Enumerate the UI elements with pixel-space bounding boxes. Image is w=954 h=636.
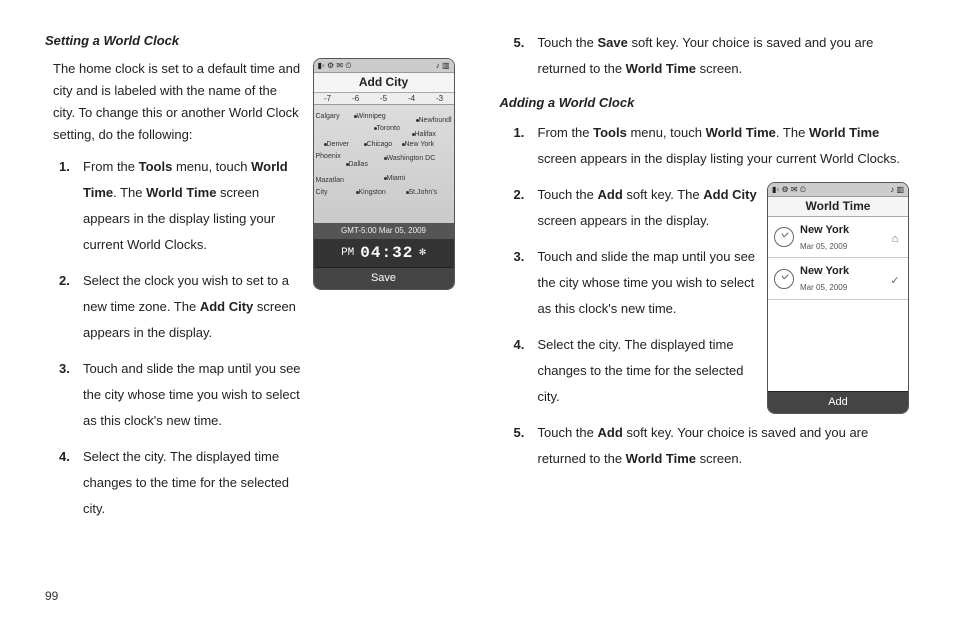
ampm-label: PM — [341, 244, 354, 263]
city-chicago[interactable]: Chicago — [364, 139, 393, 151]
city-newfoundl[interactable]: Newfoundl — [416, 115, 452, 127]
timezone-scale: -7-6-5-4-3 — [314, 93, 454, 105]
timezone-label: GMT-5:00 Mar 05, 2009 — [314, 223, 454, 239]
city-stjohns[interactable]: St.John's — [406, 187, 438, 199]
setting-steps: From the Tools menu, touch World Time. T… — [45, 154, 303, 522]
world-map[interactable]: -7-6-5-4-3 Calgary Winnipeg Toronto Newf… — [314, 93, 454, 223]
phone-add-city: ▮◦ ⚙ ✉ ⏲♪ ▥ Add City -7-6-5-4-3 Calgary … — [313, 58, 455, 290]
city-washington[interactable]: Washington DC — [384, 153, 436, 165]
city-kingston[interactable]: Kingston — [356, 187, 386, 199]
city-city[interactable]: City — [316, 187, 328, 199]
city-phoenix[interactable]: Phoenix — [316, 151, 341, 163]
time-digits: 04:32 — [360, 240, 413, 267]
setting-intro: The home clock is set to a default time … — [53, 58, 303, 146]
add-step-4: Select the city. The displayed time chan… — [500, 332, 910, 410]
city-newyork[interactable]: New York — [402, 139, 435, 151]
save-softkey[interactable]: Save — [314, 267, 454, 289]
page-number: 99 — [45, 586, 909, 606]
adding-steps: From the Tools menu, touch World Time. T… — [500, 120, 910, 172]
adding-heading: Adding a World Clock — [500, 92, 910, 114]
city-dallas[interactable]: Dallas — [346, 159, 368, 171]
step-5: Touch the Save soft key. Your choice is … — [500, 30, 910, 82]
right-column: Touch the Save soft key. Your choice is … — [500, 30, 910, 578]
time-display: PM 04:32 ✻ — [314, 239, 454, 267]
setting-heading: Setting a World Clock — [45, 30, 455, 52]
add-step-1: From the Tools menu, touch World Time. T… — [500, 120, 910, 172]
phone-title: Add City — [314, 73, 454, 93]
city-winnipeg[interactable]: Winnipeg — [354, 111, 386, 123]
left-column: Setting a World Clock ▮◦ ⚙ ✉ ⏲♪ ▥ Add Ci… — [45, 30, 455, 578]
city-miami[interactable]: Miami — [384, 173, 406, 185]
add-step-5: Touch the Add soft key. Your choice is s… — [500, 420, 910, 472]
status-bar: ▮◦ ⚙ ✉ ⏲♪ ▥ — [314, 59, 454, 73]
city-mazatlan[interactable]: Mazatlan — [316, 175, 344, 187]
continued-steps: Touch the Save soft key. Your choice is … — [500, 30, 910, 82]
city-denver[interactable]: Denver — [324, 139, 350, 151]
city-calgary[interactable]: Calgary — [316, 111, 340, 123]
step-2: Select the clock you wish to set to a ne… — [45, 268, 303, 346]
city-toronto[interactable]: Toronto — [374, 123, 400, 135]
add-step-3: Touch and slide the map until you see th… — [500, 244, 910, 322]
add-step-2: Touch the Add soft key. The Add City scr… — [500, 182, 910, 234]
step-1: From the Tools menu, touch World Time. T… — [45, 154, 303, 258]
step-3: Touch and slide the map until you see th… — [45, 356, 303, 434]
step-4: Select the city. The displayed time chan… — [45, 444, 303, 522]
